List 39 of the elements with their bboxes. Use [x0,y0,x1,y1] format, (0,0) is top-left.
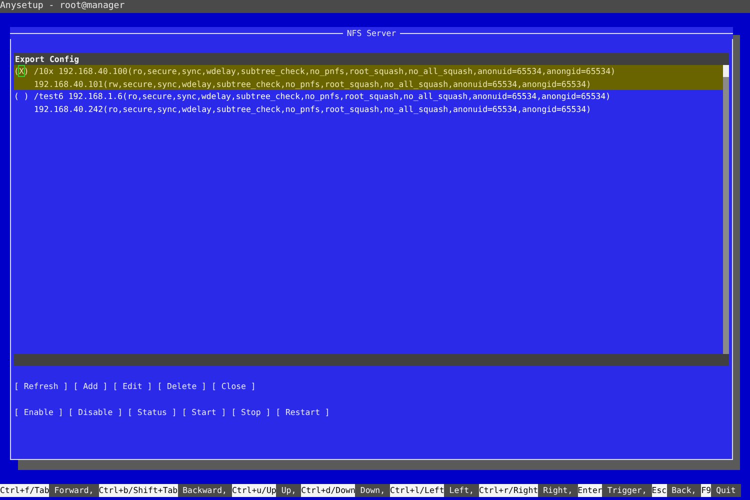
shortcut-action: Trigger, [602,484,652,497]
shortcut-key: Ctrl+d/Down [301,484,356,497]
action-button[interactable]: [ Delete ] [157,380,206,392]
radio-marker[interactable]: ( ) [14,90,29,104]
shortcut-key: Ctrl+f/Tab [0,484,50,497]
dialog-title: NFS Server [346,28,398,38]
shortcut-action: Right, [538,484,578,497]
scrollbar[interactable] [723,65,729,354]
action-button[interactable]: [ Close ] [211,380,256,392]
list-heading: Export Config [14,53,729,65]
shortcut-key: Ctrl+u/Up [232,484,276,497]
shortcut-action: Backward, [178,484,232,497]
export-entry: /10x 192.168.40.100(ro,secure,sync,wdelay,subtree_check,no_pnfs,root_squash,no_all_squash,anonuid=65534,anongid=65534) [34,65,616,78]
action-button[interactable]: [ Disable ] [68,406,123,418]
shortcut-key: Ctrl+r/Right [478,484,538,497]
action-button[interactable]: [ Restart ] [276,406,330,418]
action-button[interactable]: [ Status ] [128,406,177,418]
export-entry: /test6 192.168.1.6(ro,secure,sync,wdelay,subtree_check,no_pnfs,root_squash,no_all_squash,anonuid=65534,anongid=65534) [34,90,611,104]
shortcut-key: Esc [652,484,667,497]
export-entry: 192.168.40.242(ro,secure,sync,wdelay,subtree_check,no_pnfs,root_squash,no_all_squash,anonuid=65534,anongid=65534) [34,103,592,116]
action-button[interactable]: [ Edit ] [112,380,152,392]
window-title: Anysetup - root@manager [0,0,125,13]
action-button[interactable]: [ Start ] [182,406,226,418]
export-item[interactable] [14,65,723,90]
shortcut-action: Quit [711,484,741,497]
shortcut-key: Enter [578,484,602,497]
action-button[interactable]: [ Refresh ] [14,380,68,392]
shortcut-key: Ctrl+l/Left [390,484,444,497]
shortcut-action: Down, [355,484,390,497]
action-button[interactable]: [ Enable ] [14,406,64,418]
shortcut-key: Ctrl+b/Shift+Tab [98,484,178,497]
shortcut-action: Left, [444,484,479,497]
shortcut-action: Forward, [49,484,99,497]
export-entry: 192.168.40.101(rw,secure,sync,wdelay,subtree_check,no_pnfs,root_squash,no_all_squash,anonuid=65534,anongid=65534) [34,78,592,90]
action-button[interactable]: [ Add ] [73,380,108,392]
action-button[interactable]: [ Stop ] [231,406,271,418]
shortcut-action: Up, [276,484,302,497]
shortcut-action: Back, [666,484,702,497]
shortcut-key: F9 [701,484,712,497]
